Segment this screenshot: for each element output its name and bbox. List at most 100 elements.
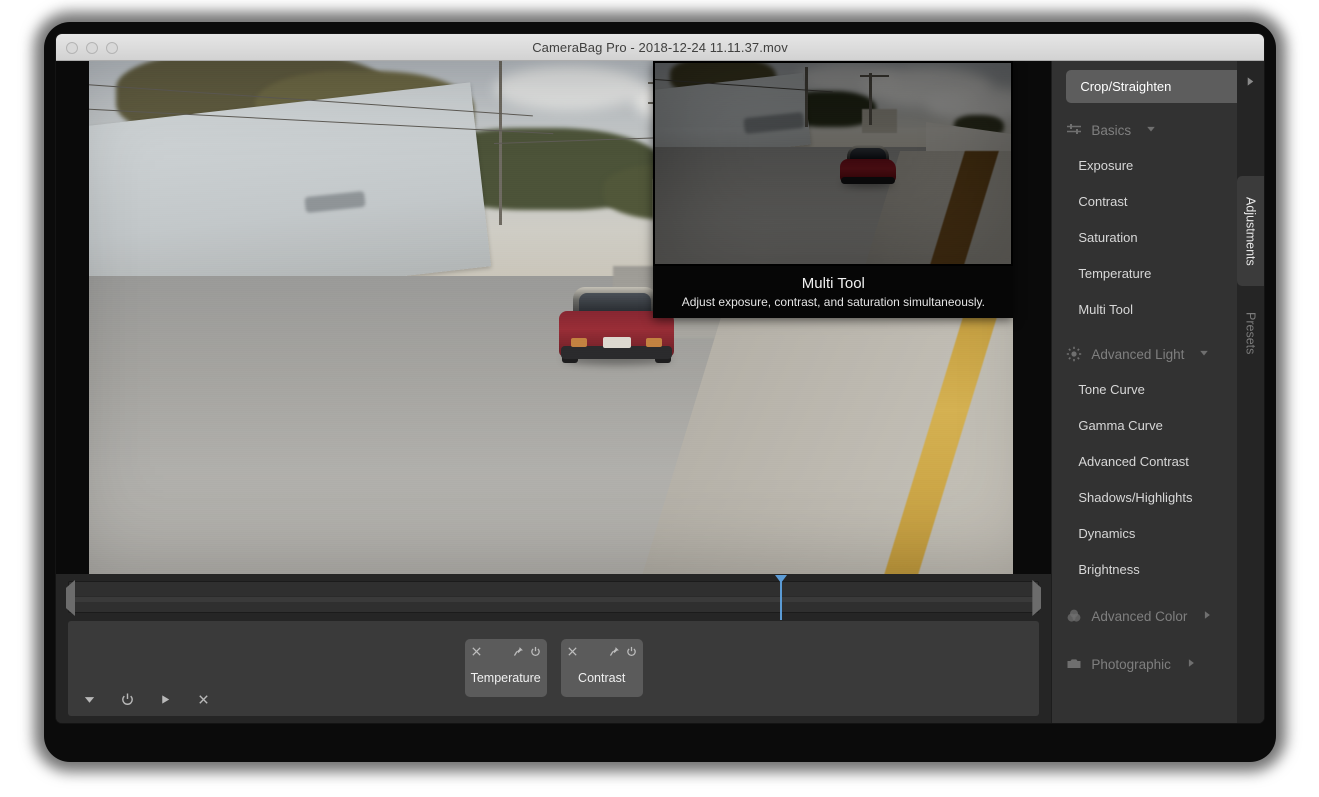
tab-column: Adjustments Presets xyxy=(1237,61,1264,723)
group-header-photographic[interactable]: Photographic xyxy=(1052,647,1264,681)
collapse-triangle-icon[interactable] xyxy=(80,690,98,708)
adjustment-chip-temperature[interactable]: Temperature xyxy=(464,639,547,697)
sidebar-item-contrast[interactable]: Contrast xyxy=(1052,183,1264,219)
red-car xyxy=(840,145,897,188)
license-plate xyxy=(602,336,631,348)
camera-icon xyxy=(1066,656,1082,672)
tool-preview-card[interactable]: Multi Tool Adjust exposure, contrast, an… xyxy=(653,61,1014,318)
sun-icon xyxy=(1066,346,1082,362)
power-icon[interactable] xyxy=(626,644,637,662)
power-icon[interactable] xyxy=(530,644,541,662)
group-title: Photographic xyxy=(1091,656,1171,672)
sidebar-item-shadows-highlights[interactable]: Shadows/Highlights xyxy=(1052,479,1264,515)
tab-adjustments[interactable]: Adjustments xyxy=(1237,176,1264,286)
cloud xyxy=(797,63,898,93)
car-taillight-left xyxy=(570,337,587,347)
window-controls xyxy=(66,34,118,61)
sidebar-item-label: Exposure xyxy=(1078,157,1134,173)
letterbox-right xyxy=(1013,61,1052,574)
sidebar-item-label: Saturation xyxy=(1078,229,1138,245)
tool-preview-caption: Multi Tool Adjust exposure, contrast, an… xyxy=(653,266,1014,318)
adjustments-sidebar: Crop/Straighten Basics Exposure Contrast… xyxy=(1051,61,1264,723)
zoom-button[interactable] xyxy=(106,41,118,54)
tab-label: Adjustments xyxy=(1243,196,1258,266)
panel-toolbar xyxy=(80,690,212,708)
car-taillight-right xyxy=(645,337,662,347)
chip-icon-row xyxy=(471,644,541,662)
tool-preview-title: Multi Tool xyxy=(801,275,865,292)
sidebar-item-label: Multi Tool xyxy=(1078,301,1134,317)
sidebar-item-label: Gamma Curve xyxy=(1078,417,1163,433)
sidebar-item-exposure[interactable]: Exposure xyxy=(1052,147,1264,183)
sidebar-item-gamma-curve[interactable]: Gamma Curve xyxy=(1052,407,1264,443)
chip-label: Temperature xyxy=(470,671,541,685)
sidebar-item-temperature[interactable]: Temperature xyxy=(1052,255,1264,291)
editor-column: Multi Tool Adjust exposure, contrast, an… xyxy=(56,61,1052,723)
scrubber-track[interactable] xyxy=(69,596,1039,602)
close-button[interactable] xyxy=(66,41,78,54)
video-frame-dark xyxy=(655,63,1012,264)
sidebar-item-label: Shadows/Highlights xyxy=(1078,489,1193,505)
letterbox-left xyxy=(56,61,89,574)
app-body: Multi Tool Adjust exposure, contrast, an… xyxy=(56,61,1264,723)
sidebar-item-label: Dynamics xyxy=(1078,525,1136,541)
sidebar-item-advanced-contrast[interactable]: Advanced Contrast xyxy=(1052,443,1264,479)
close-icon[interactable] xyxy=(471,644,482,662)
collapse-panel-arrow-icon[interactable] xyxy=(1244,75,1257,88)
timeline-area xyxy=(56,574,1052,620)
sidebar-item-label: Brightness xyxy=(1078,561,1140,577)
trim-start-handle[interactable] xyxy=(66,580,75,616)
sidebar-item-label: Contrast xyxy=(1078,193,1128,209)
sidebar-item-brightness[interactable]: Brightness xyxy=(1052,551,1264,587)
tool-preview-description: Adjust exposure, contrast, and saturatio… xyxy=(681,295,985,309)
title-bar: CameraBag Pro - 2018-12-24 11.11.37.mov xyxy=(56,34,1264,61)
trim-end-handle[interactable] xyxy=(1032,580,1042,616)
chip-icon-row xyxy=(567,644,637,662)
application-window: CameraBag Pro - 2018-12-24 11.11.37.mov xyxy=(55,33,1265,724)
car-bumper xyxy=(841,177,896,185)
crop-straighten-button[interactable]: Crop/Straighten xyxy=(1066,70,1250,103)
adjustment-chip-contrast[interactable]: Contrast xyxy=(560,639,643,697)
sidebar-item-label: Advanced Contrast xyxy=(1078,453,1189,469)
playhead[interactable] xyxy=(775,575,787,620)
group-title: Advanced Light xyxy=(1091,346,1185,362)
adjustment-stack-panel: Temperature Contrast xyxy=(68,621,1040,716)
sidebar-item-saturation[interactable]: Saturation xyxy=(1052,219,1264,255)
close-icon[interactable] xyxy=(567,644,578,662)
power-icon[interactable] xyxy=(118,690,136,708)
sidebar-item-label: Temperature xyxy=(1078,265,1152,281)
window-title: CameraBag Pro - 2018-12-24 11.11.37.mov xyxy=(532,39,788,55)
pin-icon[interactable] xyxy=(513,644,524,662)
tab-presets[interactable]: Presets xyxy=(1237,294,1264,372)
group-items-basics: Exposure Contrast Saturation Temperature… xyxy=(1052,147,1264,327)
chip-label: Contrast xyxy=(578,671,626,685)
sidebar-item-multi-tool[interactable]: Multi Tool xyxy=(1052,291,1264,327)
video-scrubber[interactable] xyxy=(66,575,1042,620)
color-circles-icon xyxy=(1066,608,1082,624)
crossarm xyxy=(860,75,889,78)
minimize-button[interactable] xyxy=(86,41,98,54)
chevron-down-icon[interactable] xyxy=(1199,345,1209,363)
group-items-advanced-light: Tone Curve Gamma Curve Advanced Contrast… xyxy=(1052,371,1264,587)
group-header-advanced-light[interactable]: Advanced Light xyxy=(1052,337,1264,371)
page-root: CameraBag Pro - 2018-12-24 11.11.37.mov xyxy=(0,0,1319,797)
sidebar-item-dynamics[interactable]: Dynamics xyxy=(1052,515,1264,551)
group-header-basics[interactable]: Basics xyxy=(1052,113,1264,147)
adjustment-chip-list: Temperature Contrast xyxy=(68,639,1039,697)
sliders-icon xyxy=(1066,122,1082,138)
building-far xyxy=(861,109,898,134)
utility-pole-2 xyxy=(868,73,872,126)
group-header-advanced-color[interactable]: Advanced Color xyxy=(1052,599,1264,633)
pin-icon[interactable] xyxy=(609,644,620,662)
tab-label: Presets xyxy=(1243,311,1258,355)
chevron-down-icon[interactable] xyxy=(1146,121,1156,139)
close-icon[interactable] xyxy=(194,690,212,708)
tool-preview-thumbnail xyxy=(653,61,1014,266)
group-title: Basics xyxy=(1091,122,1132,138)
group-title: Advanced Color xyxy=(1091,608,1188,624)
video-preview[interactable]: Multi Tool Adjust exposure, contrast, an… xyxy=(56,61,1052,574)
chevron-right-icon[interactable] xyxy=(1186,655,1196,673)
sidebar-item-tone-curve[interactable]: Tone Curve xyxy=(1052,371,1264,407)
play-icon[interactable] xyxy=(156,690,174,708)
chevron-right-icon[interactable] xyxy=(1202,607,1212,625)
